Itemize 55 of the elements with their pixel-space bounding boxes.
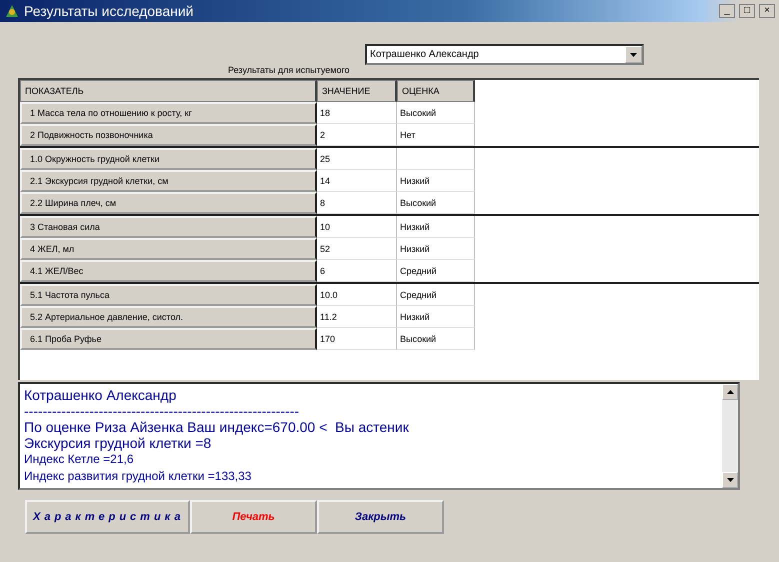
- report-line: Индекс Кетле =21,6: [24, 451, 135, 468]
- indicator-label: 2.1 Экскурсия грудной клетки, см: [20, 170, 317, 192]
- scroll-down-icon[interactable]: [726, 478, 734, 482]
- scrollbar[interactable]: [722, 384, 738, 488]
- window-control[interactable]: ×: [759, 4, 775, 18]
- rating-cell: Высокий: [397, 328, 475, 350]
- value-cell: 170: [317, 328, 397, 350]
- value-cell: 52: [317, 238, 397, 260]
- indicator-label: 6.1 Проба Руфье: [20, 328, 317, 350]
- scroll-up-icon[interactable]: [726, 390, 734, 394]
- rating-cell: Высокий: [397, 102, 475, 124]
- indicator-label: 2.2 Ширина плеч, см: [20, 192, 317, 214]
- value-cell: 10: [317, 216, 397, 238]
- subject-dropdown[interactable]: Котрашенко Александр: [365, 44, 644, 65]
- indicator-label: 1.0 Окружность грудной клетки: [20, 148, 317, 170]
- rating-cell: Высокий: [397, 192, 475, 214]
- indicator-label: 2 Подвижность позвоночника: [20, 124, 317, 146]
- subject-label: Результаты для испытуемого: [228, 65, 350, 75]
- window-control[interactable]: □: [739, 4, 755, 18]
- report-line: -----------------------------------------------------------: [24, 403, 300, 419]
- indicator-label: 1 Масса тела по отношению к росту, кг: [20, 102, 317, 124]
- indicator-label: 5.2 Артериальное давление, систол.: [20, 306, 317, 328]
- value-cell: 11.2: [317, 306, 397, 328]
- report-line: Индекс развития грудной клетки =133,33: [24, 468, 252, 485]
- window-control[interactable]: _: [719, 4, 735, 18]
- value-cell: 6: [317, 260, 397, 282]
- column-header: ПОКАЗАТЕЛЬ: [20, 80, 317, 102]
- rating-cell: Низкий: [397, 238, 475, 260]
- indicator-label: 4.1 ЖЕЛ/Вес: [20, 260, 317, 282]
- column-header: ЗНАЧЕНИЕ: [317, 80, 397, 102]
- rating-cell: Низкий: [397, 306, 475, 328]
- report-text-area[interactable]: [18, 382, 740, 490]
- value-cell: 25: [317, 148, 397, 170]
- window-title: Результаты исследований: [24, 3, 194, 19]
- report-line: Экскурсия грудной клетки =8: [24, 435, 212, 451]
- value-cell: 8: [317, 192, 397, 214]
- action-button[interactable]: Характеристика: [25, 500, 190, 534]
- value-cell: 10.0: [317, 284, 397, 306]
- value-cell: 18: [317, 102, 397, 124]
- rating-cell: Низкий: [397, 170, 475, 192]
- value-cell: 2: [317, 124, 397, 146]
- action-button[interactable]: Закрыть: [317, 500, 444, 534]
- indicator-label: 5.1 Частота пульса: [20, 284, 317, 306]
- rating-cell: Нет: [397, 124, 475, 146]
- report-line: По оценке Риза Айзенка Ваш индекс=670.00 < Вы астеник: [24, 419, 410, 435]
- app-icon: [4, 3, 20, 19]
- indicator-label: 3 Становая сила: [20, 216, 317, 238]
- rating-cell: Низкий: [397, 216, 475, 238]
- column-header: ОЦЕНКА: [397, 80, 475, 102]
- rating-cell: Средний: [397, 260, 475, 282]
- report-line: Котрашенко Александр: [24, 387, 178, 403]
- rating-cell: Средний: [397, 284, 475, 306]
- value-cell: 14: [317, 170, 397, 192]
- indicator-label: 4 ЖЕЛ, мл: [20, 238, 317, 260]
- dropdown-arrow-icon[interactable]: [630, 52, 637, 56]
